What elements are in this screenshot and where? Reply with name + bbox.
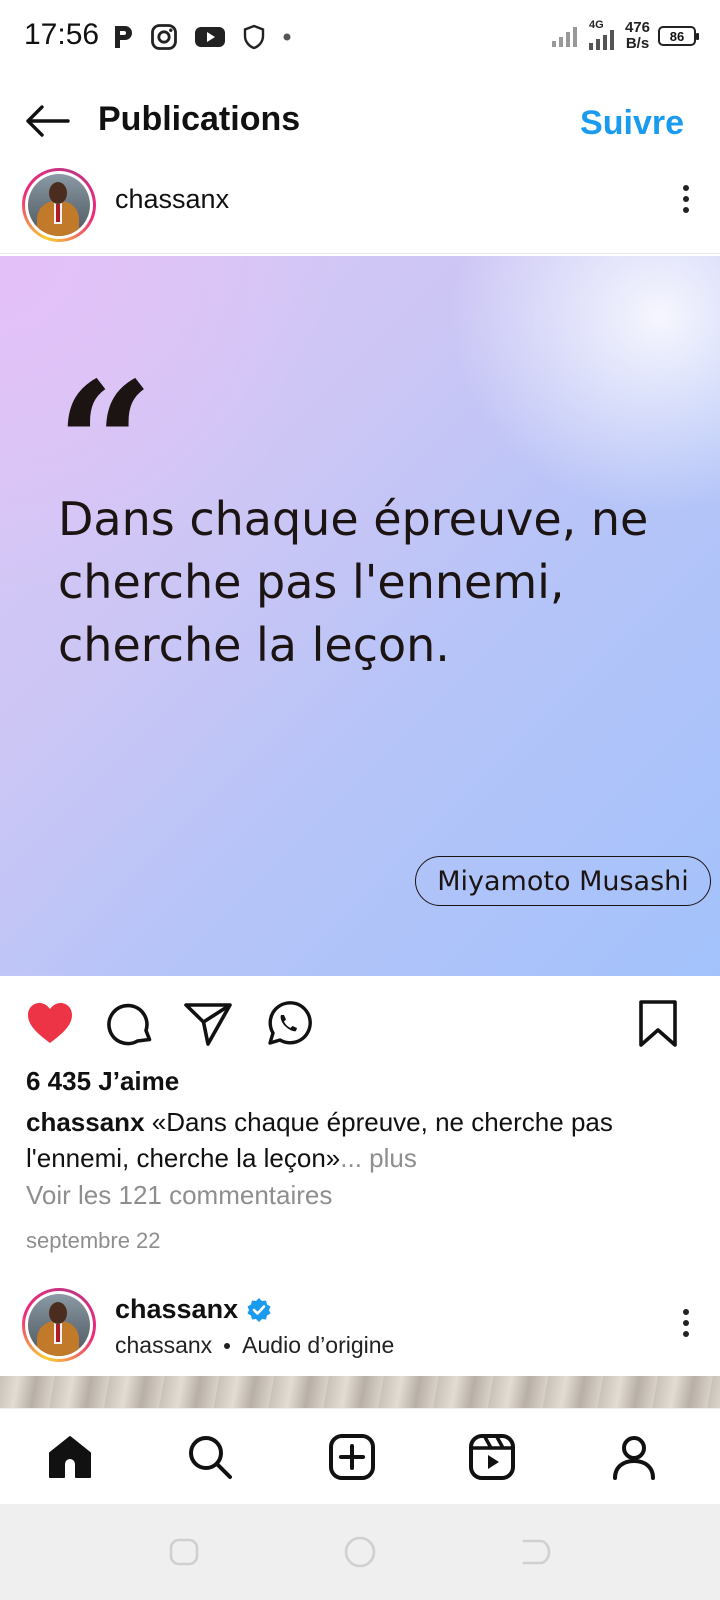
nav-reels[interactable] (464, 1429, 520, 1485)
likes-count[interactable]: 6 435 J’aime (26, 1066, 179, 1097)
nav-profile[interactable] (606, 1429, 662, 1485)
avatar (28, 174, 90, 236)
nav-search[interactable] (182, 1429, 238, 1485)
post-actions (0, 990, 720, 1060)
next-post-user-row: chassanx (115, 1294, 272, 1325)
heart-icon[interactable] (24, 998, 76, 1050)
more-options-button[interactable] (676, 1306, 696, 1346)
post-username[interactable]: chassanx (115, 184, 229, 215)
post-image[interactable]: “ Dans chaque épreuve, ne cherche pas l'… (0, 256, 720, 976)
next-post-header: chassanx chassanx Audio d’origine (0, 1286, 720, 1376)
home-icon (49, 1436, 91, 1478)
create-icon (329, 1434, 375, 1480)
next-post-image[interactable] (0, 1376, 720, 1408)
verified-badge-icon (247, 1297, 271, 1322)
view-comments-link[interactable]: Voir les 121 commentaires (26, 1180, 332, 1211)
story-ring[interactable] (22, 168, 96, 242)
post-date: septembre 22 (26, 1228, 161, 1253)
arrow-left-icon (26, 105, 70, 137)
back-button[interactable] (22, 98, 72, 144)
signal-4g-icon: 4G (587, 19, 617, 51)
home-button-icon[interactable] (342, 1534, 378, 1570)
network-speed-value: 476 (624, 19, 650, 36)
p-app-icon (115, 26, 132, 48)
search-icon (189, 1436, 232, 1479)
nav-home[interactable] (42, 1429, 98, 1485)
quote-author: Miyamoto Musashi (415, 856, 711, 906)
quote-text: Dans chaque épreuve, ne cherche pas l'en… (58, 488, 698, 677)
comment-icon[interactable] (104, 998, 156, 1050)
story-ring[interactable] (22, 1288, 96, 1362)
whatsapp-icon[interactable] (262, 998, 314, 1050)
notification-dot-icon (283, 33, 291, 41)
next-post-username[interactable]: chassanx (115, 1294, 238, 1325)
quote-line-1: Dans chaque épreuve, ne (58, 492, 649, 546)
more-options-button[interactable] (676, 182, 696, 222)
battery-icon: 86 (658, 26, 699, 46)
network-speed-unit: B/s (625, 35, 650, 52)
bookmark-icon[interactable] (632, 998, 684, 1050)
system-nav-bar (0, 1504, 720, 1600)
signal-icon (551, 27, 577, 47)
back-system-icon[interactable] (518, 1534, 554, 1570)
quote-line-3: cherche la leçon. (58, 618, 450, 672)
reels-icon (469, 1434, 515, 1480)
status-bar: 17:56 4G 476 B/s 86 (0, 0, 720, 72)
next-post-sub-user[interactable]: chassanx (115, 1332, 212, 1359)
shield-icon (243, 24, 265, 50)
post-header: chassanx (0, 164, 720, 254)
status-notification-icons (112, 20, 292, 54)
bottom-nav (0, 1408, 720, 1504)
audio-label[interactable]: Audio d’origine (242, 1332, 394, 1359)
status-time: 17:56 (24, 18, 100, 51)
youtube-icon (195, 27, 225, 47)
avatar (28, 1294, 90, 1356)
caption-more-link[interactable]: ... plus (340, 1143, 417, 1173)
share-icon[interactable] (182, 998, 234, 1050)
network-type: 4G (588, 19, 604, 31)
separator-dot (224, 1342, 231, 1349)
network-speed: 476 B/s (625, 20, 650, 52)
recent-apps-icon[interactable] (166, 1534, 202, 1570)
next-post-subtitle: chassanx Audio d’origine (115, 1332, 394, 1359)
status-right: 4G 476 B/s 86 (551, 16, 699, 56)
nav-create[interactable] (324, 1429, 380, 1485)
follow-button[interactable]: Suivre (580, 104, 684, 143)
caption-username[interactable]: chassanx (26, 1107, 145, 1137)
battery-level: 86 (669, 28, 685, 44)
page-title: Publications (98, 100, 301, 138)
instagram-icon (151, 24, 177, 50)
page-header: Publications Suivre (0, 86, 720, 156)
post-caption: chassanx «Dans chaque épreuve, ne cherch… (26, 1104, 696, 1176)
profile-icon (613, 1436, 655, 1480)
quote-line-2: cherche pas l'ennemi, (58, 555, 565, 609)
